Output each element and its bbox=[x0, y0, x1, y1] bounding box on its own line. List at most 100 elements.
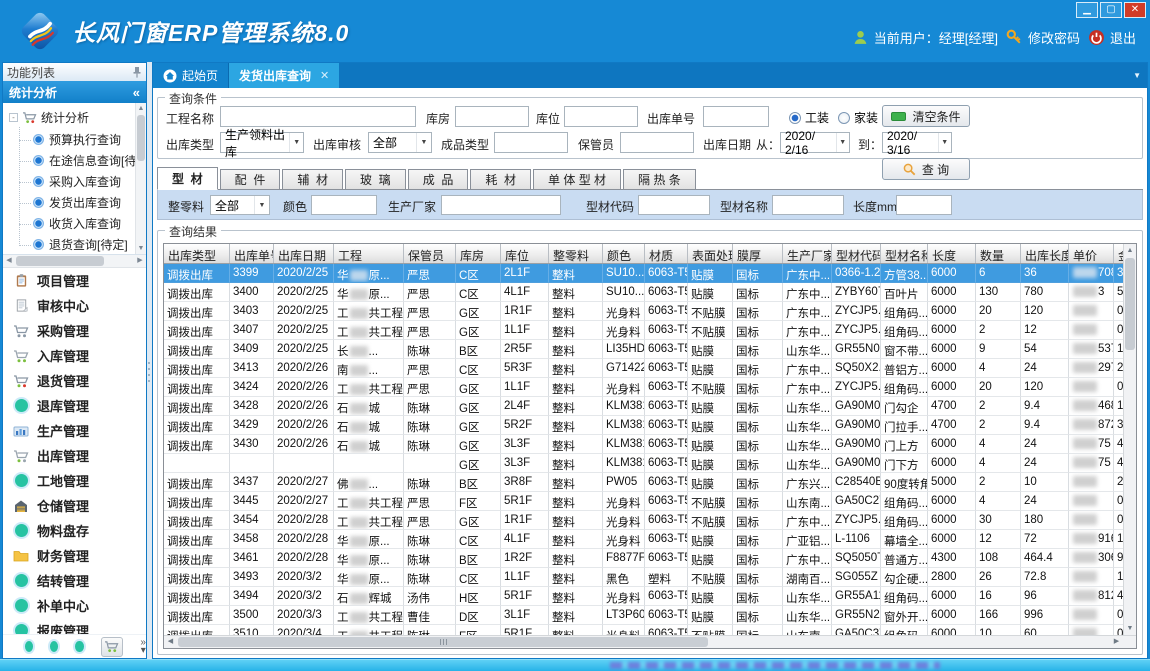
table-cell[interactable]: 广东中... bbox=[783, 302, 832, 321]
table-cell[interactable]: GR55N02 bbox=[832, 340, 881, 359]
table-cell[interactable]: 光身料 bbox=[603, 587, 645, 606]
table-cell[interactable]: 华原... bbox=[334, 283, 404, 302]
sidebar-item-补单中心[interactable]: 补单中心 bbox=[3, 593, 146, 618]
table-cell[interactable] bbox=[1069, 302, 1114, 321]
table-cell[interactable]: 3399 bbox=[230, 264, 274, 283]
table-cell[interactable]: 3L3F bbox=[501, 435, 549, 454]
overflow-chevron-icon[interactable]: »▾ bbox=[140, 639, 146, 655]
table-cell[interactable]: 调拨出库 bbox=[164, 511, 230, 530]
column-header[interactable]: 膜厚 bbox=[733, 244, 783, 263]
table-cell[interactable]: 24 bbox=[1021, 435, 1069, 454]
table-cell[interactable]: SQ5050T20 bbox=[832, 549, 881, 568]
table-cell[interactable]: 石辉城 bbox=[334, 587, 404, 606]
table-cell[interactable]: 佛... bbox=[334, 473, 404, 492]
table-cell[interactable] bbox=[1069, 625, 1114, 635]
table-cell[interactable]: 黑色 bbox=[603, 568, 645, 587]
scroll-up-icon[interactable]: ▲ bbox=[1124, 244, 1136, 257]
table-row[interactable]: G区3L3F整料KLM38176063-T5贴膜国标山东华...GA90M09.… bbox=[164, 454, 1123, 473]
table-cell[interactable]: 3494 bbox=[230, 587, 274, 606]
table-cell[interactable]: 2020/2/25 bbox=[274, 321, 334, 340]
table-cell[interactable]: 326 bbox=[1114, 416, 1123, 435]
table-cell[interactable]: 山东华... bbox=[783, 397, 832, 416]
teal-circle-icon[interactable] bbox=[50, 641, 58, 652]
table-cell[interactable]: 6000 bbox=[928, 340, 976, 359]
table-cell[interactable]: G区 bbox=[456, 454, 501, 473]
table-cell[interactable]: KLM3817 bbox=[603, 397, 645, 416]
scrollbar-thumb[interactable] bbox=[137, 115, 145, 161]
table-cell[interactable]: KLM3817 bbox=[603, 416, 645, 435]
table-cell[interactable]: 严思 bbox=[404, 359, 456, 378]
table-cell[interactable]: 门勾企 bbox=[881, 397, 928, 416]
warehouse-input[interactable] bbox=[455, 106, 529, 127]
table-cell[interactable]: 5R3F bbox=[501, 359, 549, 378]
location-input[interactable] bbox=[564, 106, 638, 127]
table-cell[interactable]: 2020/2/26 bbox=[274, 378, 334, 397]
table-cell[interactable]: 6063-T5 bbox=[645, 625, 688, 635]
column-header[interactable]: 颜色 bbox=[603, 244, 645, 263]
tree-item[interactable]: 采购入库查询 bbox=[3, 171, 146, 192]
table-cell[interactable]: F区 bbox=[456, 492, 501, 511]
table-cell[interactable]: 调拨出库 bbox=[164, 378, 230, 397]
table-cell[interactable]: 6063-T5 bbox=[645, 511, 688, 530]
table-cell[interactable]: 216 bbox=[1114, 473, 1123, 492]
scroll-left-icon[interactable]: ◀ bbox=[3, 255, 15, 267]
table-cell[interactable]: 1R2F bbox=[501, 549, 549, 568]
table-cell[interactable]: KLM3817 bbox=[603, 454, 645, 473]
table-cell[interactable]: 3429 bbox=[230, 416, 274, 435]
column-header[interactable]: 库位 bbox=[501, 244, 549, 263]
table-cell[interactable]: 4700 bbox=[928, 397, 976, 416]
grid-vertical-scrollbar[interactable]: ▲ ▼ bbox=[1123, 244, 1136, 635]
table-cell[interactable]: 3454 bbox=[230, 511, 274, 530]
table-cell[interactable]: 整料 bbox=[549, 530, 603, 549]
table-cell[interactable]: 2020/3/2 bbox=[274, 587, 334, 606]
table-cell[interactable]: 山东华... bbox=[783, 340, 832, 359]
table-cell[interactable]: 山东南... bbox=[783, 625, 832, 635]
material-tab[interactable]: 隔 热 条 bbox=[623, 169, 696, 189]
minimize-button[interactable]: ▁ bbox=[1076, 2, 1098, 18]
table-cell[interactable]: 2020/2/25 bbox=[274, 340, 334, 359]
table-cell[interactable]: 整料 bbox=[549, 264, 603, 283]
table-cell[interactable]: SG055Z bbox=[832, 568, 881, 587]
table-cell[interactable]: 勾企硬... bbox=[881, 568, 928, 587]
table-cell[interactable]: C区 bbox=[456, 530, 501, 549]
table-cell[interactable]: 贴膜 bbox=[688, 473, 733, 492]
table-cell[interactable]: 整料 bbox=[549, 435, 603, 454]
table-cell[interactable]: 山东华... bbox=[783, 587, 832, 606]
column-header[interactable]: 保管员 bbox=[404, 244, 456, 263]
table-cell[interactable]: 2020/2/26 bbox=[274, 359, 334, 378]
table-cell[interactable]: 0 bbox=[1114, 511, 1123, 530]
length-input[interactable] bbox=[896, 195, 952, 215]
table-cell[interactable]: 贴膜 bbox=[688, 549, 733, 568]
table-cell[interactable] bbox=[1069, 321, 1114, 340]
table-row[interactable]: 调拨出库34092020/2/25长...陈琳B区2R5F整料LI35HD606… bbox=[164, 340, 1123, 359]
table-cell[interactable]: 2020/3/3 bbox=[274, 606, 334, 625]
table-cell[interactable]: 6063-T5 bbox=[645, 530, 688, 549]
table-cell[interactable]: 4700 bbox=[928, 416, 976, 435]
table-cell[interactable]: ZYCJP5... bbox=[832, 321, 881, 340]
table-cell[interactable]: 调拨出库 bbox=[164, 416, 230, 435]
table-cell[interactable]: 130 bbox=[976, 283, 1021, 302]
table-cell[interactable]: GR55N26 bbox=[832, 606, 881, 625]
table-cell[interactable]: KLM3817 bbox=[603, 435, 645, 454]
table-cell[interactable]: C区 bbox=[456, 359, 501, 378]
table-cell[interactable]: 2L4F bbox=[501, 397, 549, 416]
table-cell[interactable]: 0 bbox=[1114, 378, 1123, 397]
table-cell[interactable]: 不贴膜 bbox=[688, 492, 733, 511]
tab-close-icon[interactable]: ✕ bbox=[320, 69, 329, 82]
table-cell[interactable]: 广东中... bbox=[783, 549, 832, 568]
table-cell[interactable]: B区 bbox=[456, 549, 501, 568]
table-cell[interactable]: 5R1F bbox=[501, 587, 549, 606]
table-cell[interactable]: 严思 bbox=[404, 321, 456, 340]
scrollbar-thumb[interactable] bbox=[1125, 258, 1135, 350]
table-cell[interactable]: 不贴膜 bbox=[688, 302, 733, 321]
cart-shortcut-button[interactable] bbox=[101, 637, 124, 657]
table-cell[interactable] bbox=[164, 454, 230, 473]
table-cell[interactable]: 山东华... bbox=[783, 435, 832, 454]
column-header[interactable]: 材质 bbox=[645, 244, 688, 263]
table-cell[interactable]: 3428 bbox=[230, 397, 274, 416]
table-cell[interactable]: 石城 bbox=[334, 397, 404, 416]
table-cell[interactable]: 20 bbox=[976, 302, 1021, 321]
table-cell[interactable]: ZYCJP5... bbox=[832, 302, 881, 321]
table-cell[interactable]: 0366-1.2 bbox=[832, 264, 881, 283]
table-cell[interactable]: 75 bbox=[1069, 435, 1114, 454]
